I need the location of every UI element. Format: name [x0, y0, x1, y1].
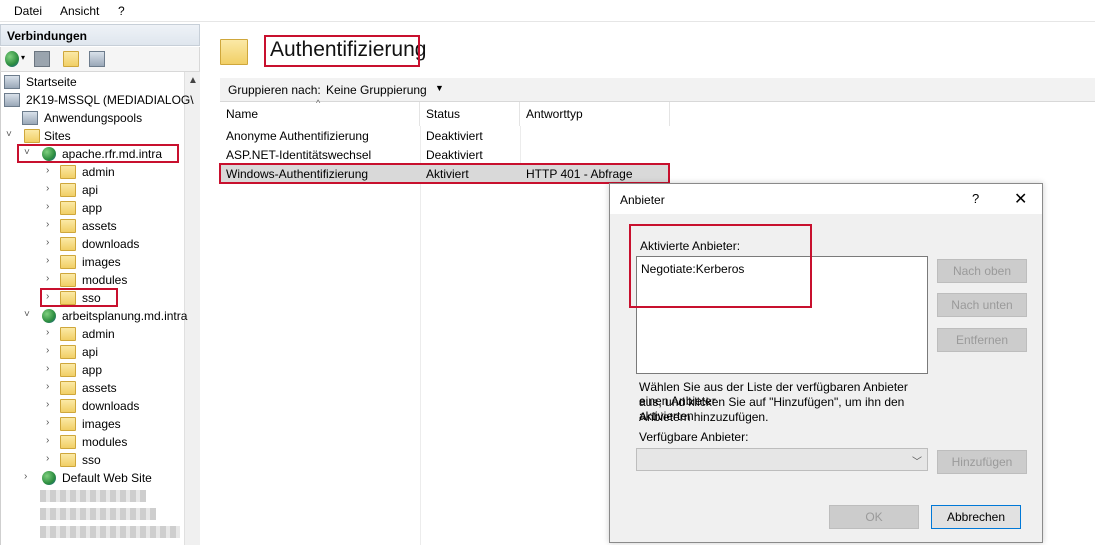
- connections-toolbar: ▾: [0, 47, 200, 72]
- expand-icon[interactable]: ›: [46, 219, 56, 230]
- folder-icon: [60, 327, 76, 341]
- highlight-box: [264, 35, 420, 67]
- folder-icon: [60, 363, 76, 377]
- save-icon[interactable]: [34, 51, 50, 67]
- highlight-box: [629, 224, 812, 308]
- column-divider: [420, 126, 421, 545]
- redacted-site: [40, 526, 180, 538]
- group-bar: Gruppieren nach: Keine Gruppierung ▼: [220, 78, 1095, 102]
- table-row[interactable]: Anonyme Authentifizierung Deaktiviert: [220, 126, 670, 145]
- expand-icon[interactable]: ›: [46, 273, 56, 284]
- expand-icon[interactable]: ›: [46, 363, 56, 374]
- expand-icon[interactable]: ›: [46, 435, 56, 446]
- feature-folder-icon: [220, 39, 248, 65]
- expand-icon[interactable]: ›: [46, 453, 56, 464]
- folder-icon: [60, 165, 76, 179]
- expand-icon[interactable]: ›: [24, 471, 34, 482]
- dialog-title: Anbieter: [620, 193, 665, 207]
- expand-icon[interactable]: ›: [46, 165, 56, 176]
- expand-icon[interactable]: ›: [46, 345, 56, 356]
- available-providers-label: Verfügbare Anbieter:: [639, 430, 749, 444]
- folder-icon: [60, 237, 76, 251]
- redacted-site: [40, 490, 146, 502]
- up-folder-icon[interactable]: [63, 51, 79, 67]
- disconnect-icon[interactable]: [89, 51, 105, 67]
- expand-icon[interactable]: ›: [46, 255, 56, 266]
- column-header-status[interactable]: Status: [420, 102, 520, 126]
- add-button[interactable]: Hinzufügen: [937, 450, 1027, 474]
- folder-icon: [60, 183, 76, 197]
- sort-arrow-icon: ^: [316, 98, 321, 108]
- chevron-down-icon: ﹀: [912, 457, 922, 468]
- sites-folder-icon: [24, 129, 40, 143]
- expand-icon[interactable]: ›: [46, 399, 56, 410]
- site-globe-icon: [42, 471, 56, 485]
- table-row[interactable]: ASP.NET-Identitätswechsel Deaktiviert: [220, 145, 670, 164]
- move-up-button[interactable]: Nach oben: [937, 259, 1027, 283]
- column-header-response[interactable]: Antworttyp: [520, 102, 670, 126]
- scroll-up-icon[interactable]: ▲: [188, 75, 198, 86]
- collapse-icon[interactable]: ˅: [6, 129, 16, 140]
- group-label: Gruppieren nach:: [228, 83, 321, 97]
- folder-icon: [60, 201, 76, 215]
- folder-icon: [60, 453, 76, 467]
- server-icon: [4, 93, 20, 107]
- folder-icon: [60, 255, 76, 269]
- highlight-box: [17, 144, 179, 163]
- connections-header: Verbindungen: [0, 24, 200, 46]
- folder-icon: [60, 345, 76, 359]
- chevron-down-icon[interactable]: ▼: [435, 83, 444, 93]
- home-icon: [4, 75, 20, 89]
- help-button[interactable]: ?: [972, 191, 979, 206]
- remove-button[interactable]: Entfernen: [937, 328, 1027, 352]
- expand-icon[interactable]: ›: [46, 201, 56, 212]
- site-globe-icon: [42, 309, 56, 323]
- folder-icon: [60, 381, 76, 395]
- menu-bar: Datei Ansicht ?: [0, 0, 1095, 22]
- folder-icon: [60, 273, 76, 287]
- expand-icon[interactable]: ›: [46, 237, 56, 248]
- cancel-button[interactable]: Abbrechen: [931, 505, 1021, 529]
- folder-icon: [60, 417, 76, 431]
- available-providers-select[interactable]: ﹀: [636, 448, 928, 471]
- ok-button[interactable]: OK: [829, 505, 919, 529]
- dialog-titlebar: Anbieter ? ✕: [610, 184, 1042, 214]
- apppool-icon: [22, 111, 38, 125]
- expand-icon[interactable]: ›: [46, 381, 56, 392]
- dropdown-arrow-icon[interactable]: ▾: [21, 53, 25, 62]
- providers-dialog: Anbieter ? ✕ Aktivierte Anbieter: Negoti…: [609, 183, 1043, 543]
- connect-globe-icon[interactable]: [5, 51, 19, 67]
- folder-icon: [60, 399, 76, 413]
- highlight-box: [219, 163, 670, 184]
- menu-help[interactable]: ?: [118, 4, 125, 18]
- redacted-site: [40, 508, 156, 520]
- close-icon[interactable]: ✕: [1014, 189, 1027, 209]
- expand-icon[interactable]: ›: [46, 417, 56, 428]
- highlight-box: [40, 288, 118, 307]
- menu-file[interactable]: Datei: [14, 4, 42, 18]
- folder-icon: [60, 219, 76, 233]
- move-down-button[interactable]: Nach unten: [937, 293, 1027, 317]
- group-select[interactable]: Keine Gruppierung: [326, 83, 427, 97]
- info-text-line: Anbietern hinzuzufügen.: [639, 410, 769, 424]
- folder-icon: [60, 435, 76, 449]
- collapse-icon[interactable]: ˅: [24, 309, 34, 320]
- expand-icon[interactable]: ›: [46, 183, 56, 194]
- expand-icon[interactable]: ›: [46, 327, 56, 338]
- menu-view[interactable]: Ansicht: [60, 4, 99, 18]
